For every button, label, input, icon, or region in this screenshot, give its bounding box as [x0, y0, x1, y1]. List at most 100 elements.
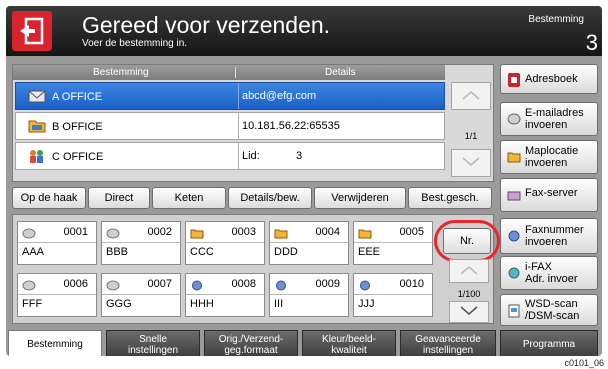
fax-server-button[interactable]: Fax-server	[500, 178, 598, 212]
address-entry[interactable]: 0003 CCC	[185, 221, 265, 265]
row-name: A OFFICE	[52, 91, 103, 103]
email-icon	[22, 278, 36, 291]
email-icon	[28, 88, 46, 104]
folder-icon	[190, 226, 204, 239]
entry-number: 0001	[63, 226, 88, 238]
table-header: Bestemming Details	[13, 65, 445, 80]
chevron-down-icon	[462, 154, 480, 172]
destination-count: 3	[585, 30, 598, 55]
entry-number: 0008	[231, 278, 256, 290]
address-entry[interactable]: 0005 EEE	[353, 221, 433, 265]
table-scroll-down-button[interactable]	[451, 149, 491, 177]
table-scroll-up-button[interactable]	[451, 82, 491, 110]
address-book-grid: 0001 AAA 0002 BBB 0003 CCC 0004 DDD 0005…	[12, 214, 500, 324]
address-entry[interactable]: 0010 JJJ	[353, 273, 433, 317]
send-screen: Gereed voor verzenden. Voer de bestemmin…	[6, 6, 602, 356]
tab-advanced-setup[interactable]: Geavanceerde instellingen	[400, 330, 496, 356]
wsd-scan-button[interactable]: WSD-scan/DSM-scan	[500, 294, 598, 326]
entry-number: 0003	[231, 226, 256, 238]
address-entry[interactable]: 0008 HHH	[185, 273, 265, 317]
ifax-icon	[507, 267, 521, 279]
address-entry[interactable]: 0001 AAA	[17, 221, 97, 265]
wsd-scan-icon	[507, 304, 521, 318]
tab-quick-setup[interactable]: Snelle instellingen	[106, 330, 200, 356]
email-entry-button[interactable]: E-mailadres invoeren	[500, 102, 598, 136]
tab-destination[interactable]: Bestemming	[8, 330, 102, 356]
email-icon	[106, 278, 120, 291]
destination-count-label: Bestemming	[528, 14, 584, 25]
address-entry[interactable]: 0009 III	[269, 273, 349, 317]
delete-button[interactable]: Verwijderen	[314, 187, 406, 209]
header-bar: Gereed voor verzenden. Voer de bestemmin…	[6, 6, 602, 56]
row-name: B OFFICE	[52, 121, 103, 133]
status-title: Gereed voor verzenden.	[82, 12, 331, 38]
fax-icon	[274, 278, 288, 291]
entry-label: EEE	[358, 246, 381, 258]
email-icon	[507, 113, 521, 125]
tab-original-send-format[interactable]: Orig./Verzend-geg.formaat	[204, 330, 298, 356]
entry-label: III	[274, 298, 284, 310]
on-hook-button[interactable]: Op de haak	[12, 187, 86, 209]
table-row[interactable]: A OFFICE abcd@efg.com	[15, 82, 445, 110]
column-header-details: Details	[325, 67, 356, 78]
fax-server-icon	[507, 189, 521, 201]
chevron-down-icon	[460, 303, 478, 321]
row-detail: 10.181.56.22:65535	[242, 120, 340, 132]
folder-icon	[28, 118, 46, 134]
row-name: C OFFICE	[52, 151, 104, 163]
fax-number-entry-button[interactable]: Faxnummer invoeren	[500, 218, 598, 254]
table-page-indicator: 1/1	[464, 131, 478, 141]
fax-icon	[507, 230, 521, 242]
folder-icon	[274, 226, 288, 239]
figure-caption: c0101_06	[564, 358, 604, 368]
entry-label: FFF	[22, 298, 43, 310]
entry-number: 0005	[399, 226, 424, 238]
entry-number: 0006	[63, 278, 88, 290]
entry-number: 0004	[315, 226, 340, 238]
tab-color-image-quality[interactable]: Kleur/beeld-kwaliteit	[302, 330, 396, 356]
status-subtitle: Voer de bestemming in.	[82, 38, 188, 49]
grid-scroll-down-button[interactable]	[449, 301, 489, 323]
folder-icon	[358, 226, 372, 239]
destination-table: Bestemming Details A OFFICE abcd@efg.com…	[12, 64, 494, 182]
tab-program[interactable]: Programma	[500, 330, 598, 356]
entry-label: BBB	[106, 246, 129, 258]
entry-number: 0007	[147, 278, 172, 290]
grid-scroll-up-button[interactable]	[449, 259, 489, 283]
recent-destinations-button[interactable]: Best.gesch.	[408, 187, 492, 209]
entry-label: CCC	[190, 246, 214, 258]
address-entry[interactable]: 0007 GGG	[101, 273, 181, 317]
folder-icon	[507, 151, 521, 163]
details-edit-button[interactable]: Details/bew.	[228, 187, 312, 209]
table-row[interactable]: B OFFICE 10.181.56.22:65535	[15, 112, 445, 140]
email-icon	[106, 226, 120, 239]
direct-button[interactable]: Direct	[88, 187, 150, 209]
entry-number: 0010	[399, 278, 424, 290]
highlight-circle	[434, 220, 500, 262]
row-member-count: 3	[296, 150, 303, 162]
chain-button[interactable]: Keten	[152, 187, 226, 209]
chevron-up-icon	[462, 87, 480, 105]
address-entry[interactable]: 0006 FFF	[17, 273, 97, 317]
entry-label: AAA	[22, 246, 45, 258]
row-detail: abcd@efg.com	[242, 90, 317, 102]
send-home-icon[interactable]	[12, 11, 52, 51]
entry-label: DDD	[274, 246, 298, 258]
entry-label: JJJ	[358, 298, 375, 310]
chevron-up-icon	[460, 262, 478, 280]
table-row[interactable]: C OFFICE Lid: 3	[15, 142, 445, 170]
entry-number: 0009	[315, 278, 340, 290]
address-entry[interactable]: 0002 BBB	[101, 221, 181, 265]
grid-page-indicator: 1/100	[457, 289, 481, 299]
column-header-destination: Bestemming	[93, 67, 149, 78]
ifax-entry-button[interactable]: i-FAX Adr. invoer	[500, 256, 598, 290]
fax-icon	[190, 278, 204, 291]
address-book-icon	[507, 73, 521, 87]
address-entry[interactable]: 0004 DDD	[269, 221, 349, 265]
address-book-button[interactable]: Adresboek	[500, 64, 598, 94]
row-detail: Lid:	[242, 150, 260, 162]
folder-entry-button[interactable]: Maplocatie invoeren	[500, 140, 598, 174]
fax-icon	[358, 278, 372, 291]
entry-label: HHH	[190, 298, 214, 310]
entry-number: 0002	[147, 226, 172, 238]
